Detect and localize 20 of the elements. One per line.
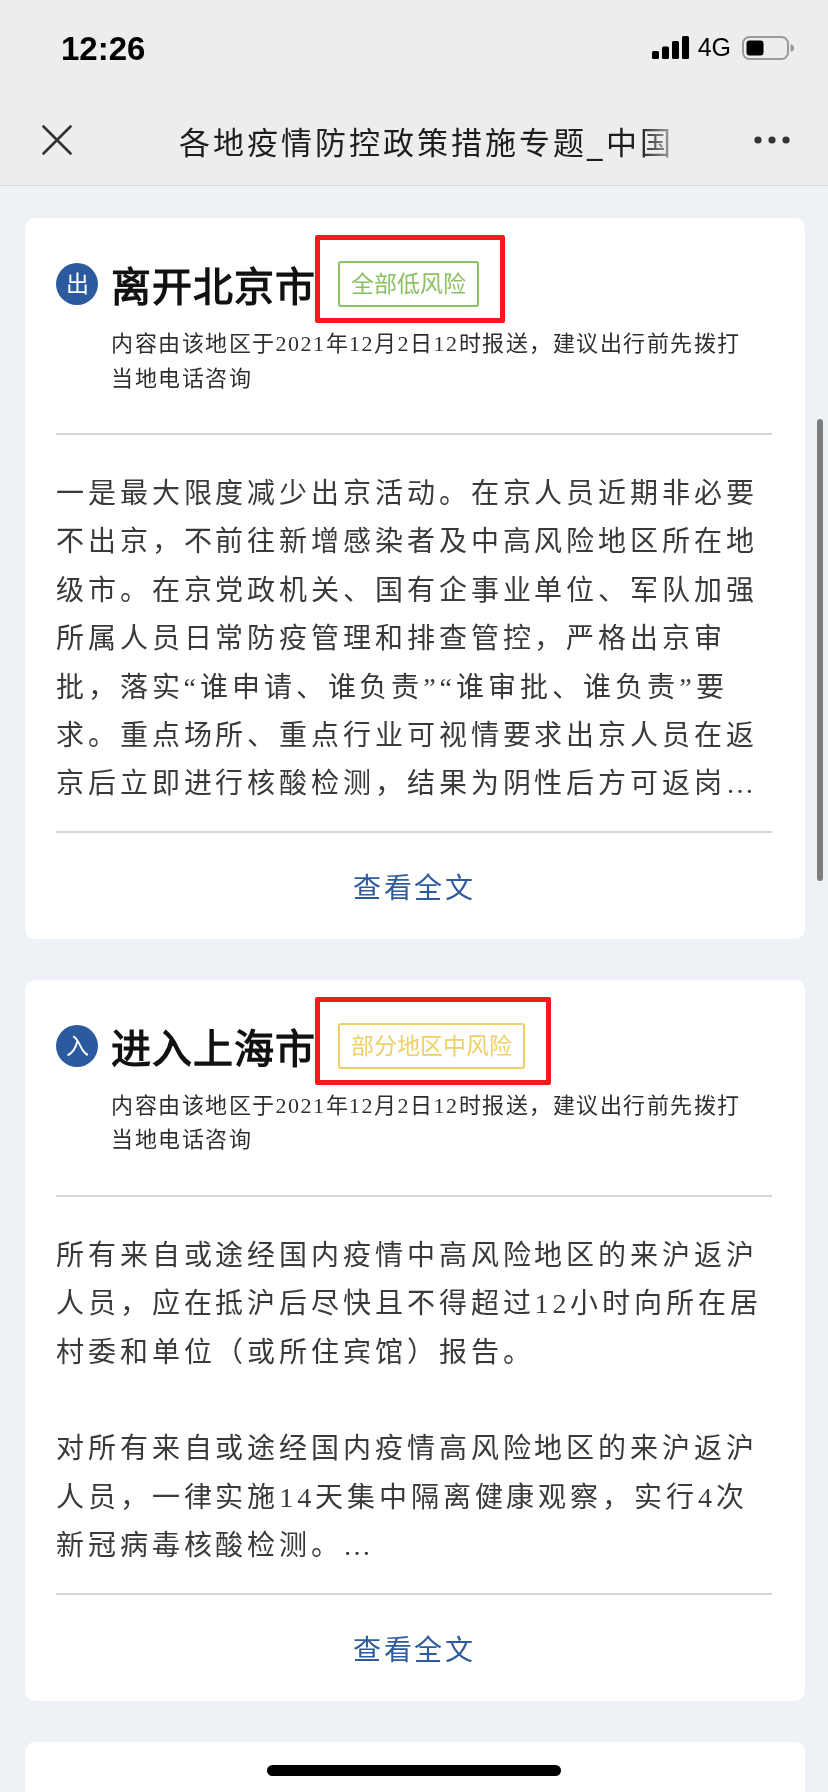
page-title: 各地疫情防控政策措施专题_中国 bbox=[179, 123, 674, 163]
battery-icon bbox=[742, 35, 794, 60]
direction-badge: 入 bbox=[56, 1024, 98, 1067]
more-icon[interactable] bbox=[754, 136, 790, 144]
report-note: 内容由该地区于2021年12月2日12时报送，建议出行前先拨打当地电话咨询 bbox=[111, 330, 742, 393]
status-time: 12:26 bbox=[61, 29, 146, 68]
risk-tag: 全部低风险 bbox=[338, 261, 479, 307]
card-title: 进入上海市 bbox=[111, 1024, 316, 1074]
policy-text: 所有来自或途经国内疫情中高风险地区的来沪返沪人员，应在抵沪后尽快且不得超过12小时向所在居村委和单位（或所住宾馆）报告。 bbox=[56, 1238, 763, 1370]
view-full-text-link[interactable]: 查看全文 bbox=[353, 1627, 475, 1668]
risk-tag: 部分地区中风险 bbox=[338, 1022, 525, 1069]
network-label: 4G bbox=[697, 33, 731, 62]
view-full-text-link[interactable]: 查看全文 bbox=[353, 865, 475, 906]
card-title: 离开北京市 bbox=[111, 263, 316, 312]
signal-icon bbox=[651, 36, 689, 59]
report-note: 内容由该地区于2021年12月2日12时报送，建议出行前先拨打当地电话咨询 bbox=[111, 1091, 742, 1155]
policy-text: 对所有来自或途经国内疫情高风险地区的来沪返沪人员，一律实施14天集中隔离健康观察，实行4次新冠病毒核酸检测。… bbox=[56, 1432, 759, 1564]
close-icon[interactable] bbox=[42, 125, 72, 155]
policy-text: 一是最大限度减少出京活动。在京人员近期非必要不出京，不前往新增感染者及中高风险地区所在地级市。在京党政机关、国有企事业单位、军队加强所属人员日常防疫管理和排查管控，严格出京审批，落实“谁申请、谁负责”“谁审批、谁负责”要求。重点场所、重点行业可视情要求出京人员在返京后立即进行核酸检测，结果为阴性后方可返岗… bbox=[56, 477, 759, 802]
direction-badge: 出 bbox=[56, 263, 98, 305]
